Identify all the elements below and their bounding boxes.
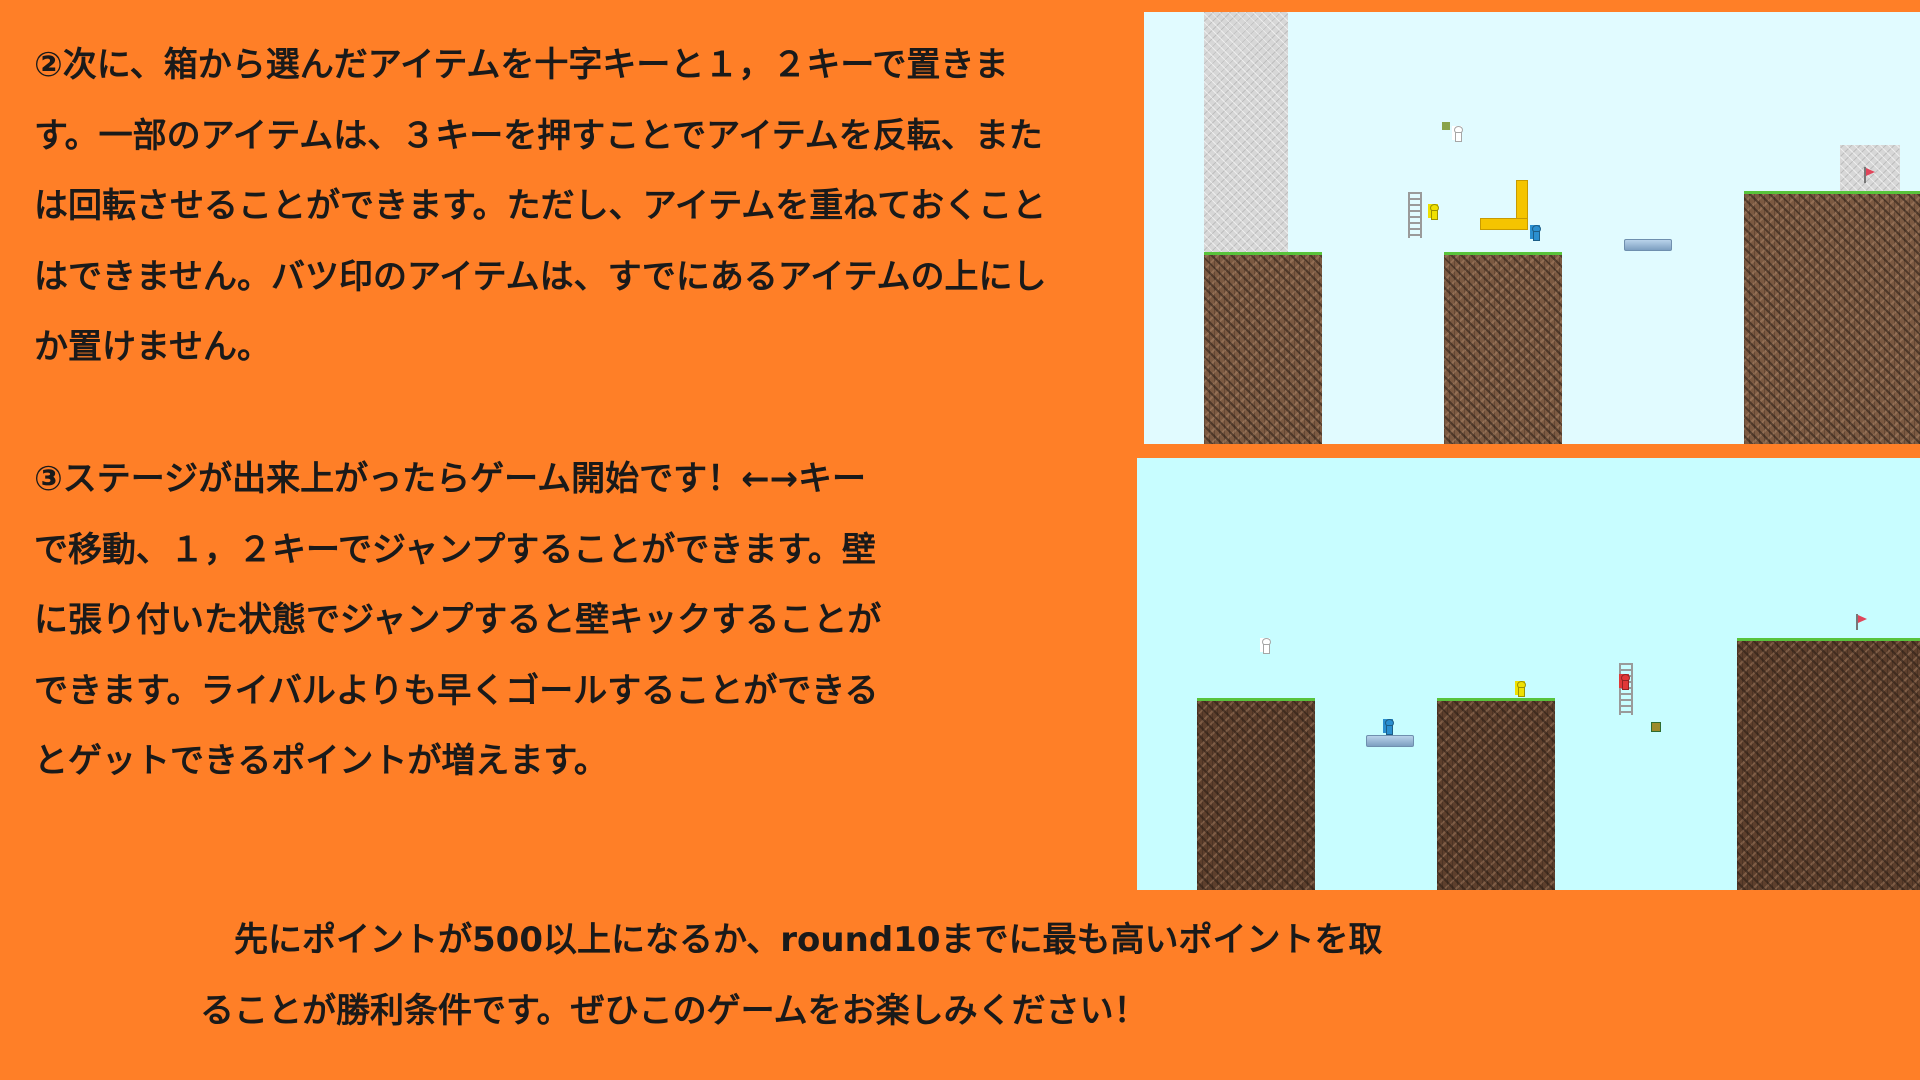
ground-pillar-middle: [1437, 698, 1555, 890]
step3-instructions: ③ステージが出来上がったらゲーム開始です！←→キー で移動、１，２キーでジャンプ…: [34, 444, 881, 797]
blue-player-icon: [1530, 225, 1541, 241]
step2-line: ②次に、箱から選んだアイテムを十字キーと１，２キーで置きま: [34, 45, 1009, 85]
placement-phase-screenshot: [1144, 12, 1920, 444]
white-player-icon: [1452, 126, 1463, 142]
red-player-icon: [1619, 674, 1630, 690]
step2-line: はできません。バツ印のアイテムは、すでにあるアイテムの上にし: [34, 256, 1047, 297]
step3-line: で移動、１，２キーでジャンプすることができます。壁: [34, 529, 876, 570]
step3-line: ③ステージが出来上がったらゲーム開始です！←→キー: [34, 459, 867, 499]
step3-line: とゲットできるポイントが増えます。: [34, 741, 608, 781]
floating-platform: [1366, 735, 1414, 747]
background-wall-block: [1204, 12, 1288, 252]
ground-pillar-left: [1197, 698, 1315, 890]
step2-line: す。一部のアイテムは、３キーを押すことでアイテムを反転、また: [34, 115, 1043, 156]
win-condition-text: 先にポイントが500以上になるか、round10までに最も高いポイントを取 るこ…: [200, 905, 1382, 1046]
ground-pillar-right: [1737, 638, 1920, 890]
win-condition-line: 先にポイントが500以上になるか、round10までに最も高いポイントを取: [200, 920, 1383, 960]
floating-platform: [1624, 239, 1672, 251]
yellow-player-icon: [1515, 681, 1526, 697]
yellow-player-icon: [1428, 204, 1439, 220]
step2-line: は回転させることができます。ただし、アイテムを重ねておくこと: [34, 186, 1047, 226]
step3-line: に張り付いた状態でジャンプすると壁キックすることが: [34, 600, 882, 640]
step3-line: できます。ライバルよりも早くゴールすることができる: [34, 670, 879, 711]
white-player-icon: [1260, 638, 1271, 654]
race-phase-screenshot: [1137, 458, 1920, 890]
step2-instructions: ②次に、箱から選んだアイテムを十字キーと１，２キーで置きま す。一部のアイテムは…: [34, 30, 1047, 383]
item-cursor-icon: [1442, 122, 1450, 130]
blue-player-icon: [1383, 719, 1394, 735]
ground-pillar-middle: [1444, 252, 1562, 444]
goal-flag-icon: [1856, 614, 1867, 630]
win-condition-line: ることが勝利条件です。ぜひこのゲームをお楽しみください！: [200, 990, 1148, 1031]
l-block-item-horizontal: [1480, 218, 1528, 230]
step2-line: か置けません。: [34, 327, 271, 367]
ground-pillar-right: [1744, 191, 1920, 444]
goal-flag-icon: [1864, 167, 1875, 183]
ground-pillar-left: [1204, 252, 1322, 444]
ladder-item: [1408, 192, 1422, 238]
trap-item-icon: [1651, 722, 1661, 732]
